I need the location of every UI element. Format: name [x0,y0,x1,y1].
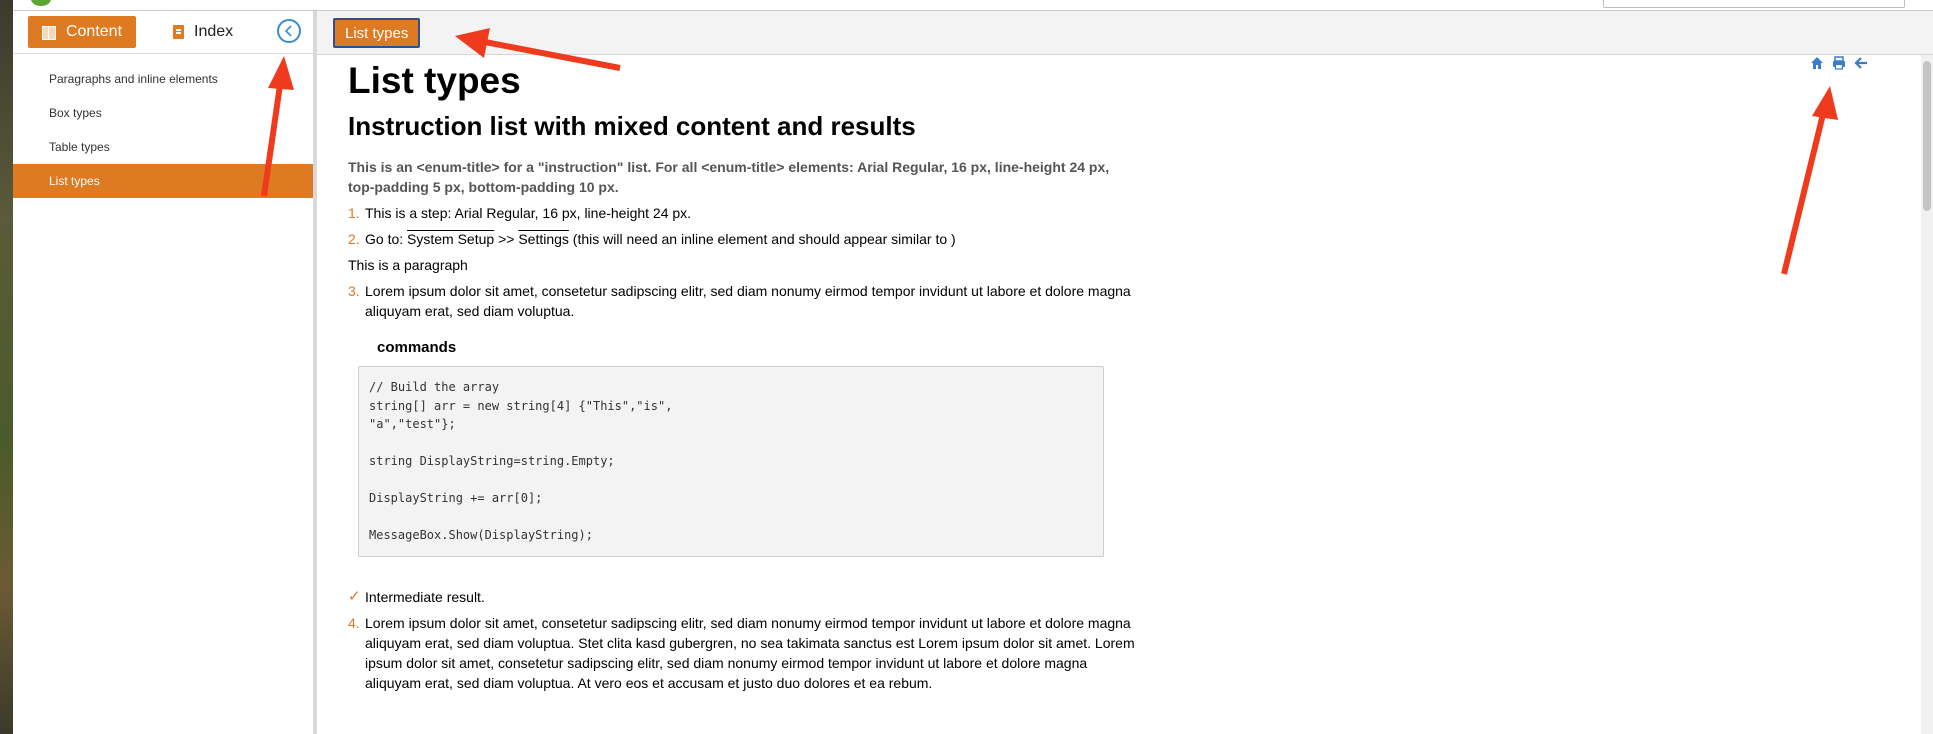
step-text-suffix: (this will need an inline element and sh… [568,231,956,247]
step-text: Go to: System Setup >> Settings (this wi… [365,229,1138,249]
home-icon[interactable] [1810,56,1824,70]
breadcrumb-current[interactable]: List types [333,18,421,48]
list-item: 4. Lorem ipsum dolor sit amet, consetetu… [348,613,1138,693]
book-icon [41,26,56,40]
background-photo-strip [0,0,13,734]
menu-path-settings: Settings [518,231,569,247]
menu-path-system-setup: System Setup [407,231,495,247]
step-text: This is a step: Arial Regular, 16 px, li… [365,205,692,221]
section-title: Instruction list with mixed content and … [348,111,916,141]
result-text: Intermediate result. [365,588,485,605]
step-text: Lorem ipsum dolor sit amet, consetetur s… [365,283,1131,319]
tab-index[interactable]: Index [173,16,253,48]
sidebar-item-label: Table types [49,140,110,154]
tab-content-label: Content [65,23,123,40]
scrollbar[interactable] [1921,55,1933,734]
toc-list: Paragraphs and inline elements Box types… [13,62,313,198]
top-header [13,0,1933,11]
result-item: ✓ Intermediate result. [348,587,1138,607]
commands-heading: commands [377,339,457,356]
sidebar: Content Index Paragraphs and inline elem… [13,11,317,734]
print-icon[interactable] [1832,56,1846,70]
enum-title: This is an <enum-title> for a "instructi… [348,159,1110,195]
step-number: 1. [348,205,360,221]
sidebar-item-box-types[interactable]: Box types [13,96,313,130]
main-panel: List types List types Instruction list w… [317,11,1933,734]
sidebar-item-label: Box types [49,106,102,120]
checkmark-icon: ✓ [348,587,361,605]
tab-content[interactable]: Content [28,16,136,48]
step-text-prefix: Go to: [365,231,408,247]
sidebar-item-table-types[interactable]: Table types [13,130,313,164]
menu-path-separator: >> [494,231,519,247]
article: List types Instruction list with mixed c… [348,59,1138,699]
scrollbar-thumb[interactable] [1923,61,1931,211]
collapse-sidebar-button[interactable] [277,19,301,43]
page-toolbar [1810,56,1868,70]
page-title: List types [348,60,521,101]
paragraph: This is a paragraph [348,257,468,273]
sidebar-item-label: List types [49,174,100,188]
tab-index-label: Index [194,23,234,40]
list-item: 2. Go to: System Setup >> Settings (this… [348,229,1138,249]
list-item: 1. This is a step: Arial Regular, 16 px,… [348,203,1138,223]
step-number: 4. [348,614,360,631]
chevron-left-icon [284,25,292,37]
sidebar-tabs: Content Index [13,11,313,54]
list-item: 3. Lorem ipsum dolor sit amet, consetetu… [348,281,1138,321]
step-text: Lorem ipsum dolor sit amet, consetetur s… [365,614,1135,691]
sidebar-item-label: Paragraphs and inline elements [49,72,218,86]
back-arrow-icon[interactable] [1854,56,1868,70]
code-block: // Build the array string[] arr = new st… [358,366,1104,557]
breadcrumb: List types [317,11,1933,55]
sidebar-item-paragraphs[interactable]: Paragraphs and inline elements [13,62,313,96]
step-number: 2. [348,231,360,247]
sidebar-item-list-types[interactable]: List types [13,164,313,198]
step-number: 3. [348,283,360,299]
index-icon [173,25,184,39]
search-input[interactable] [1603,0,1905,8]
logo-icon [31,0,51,6]
